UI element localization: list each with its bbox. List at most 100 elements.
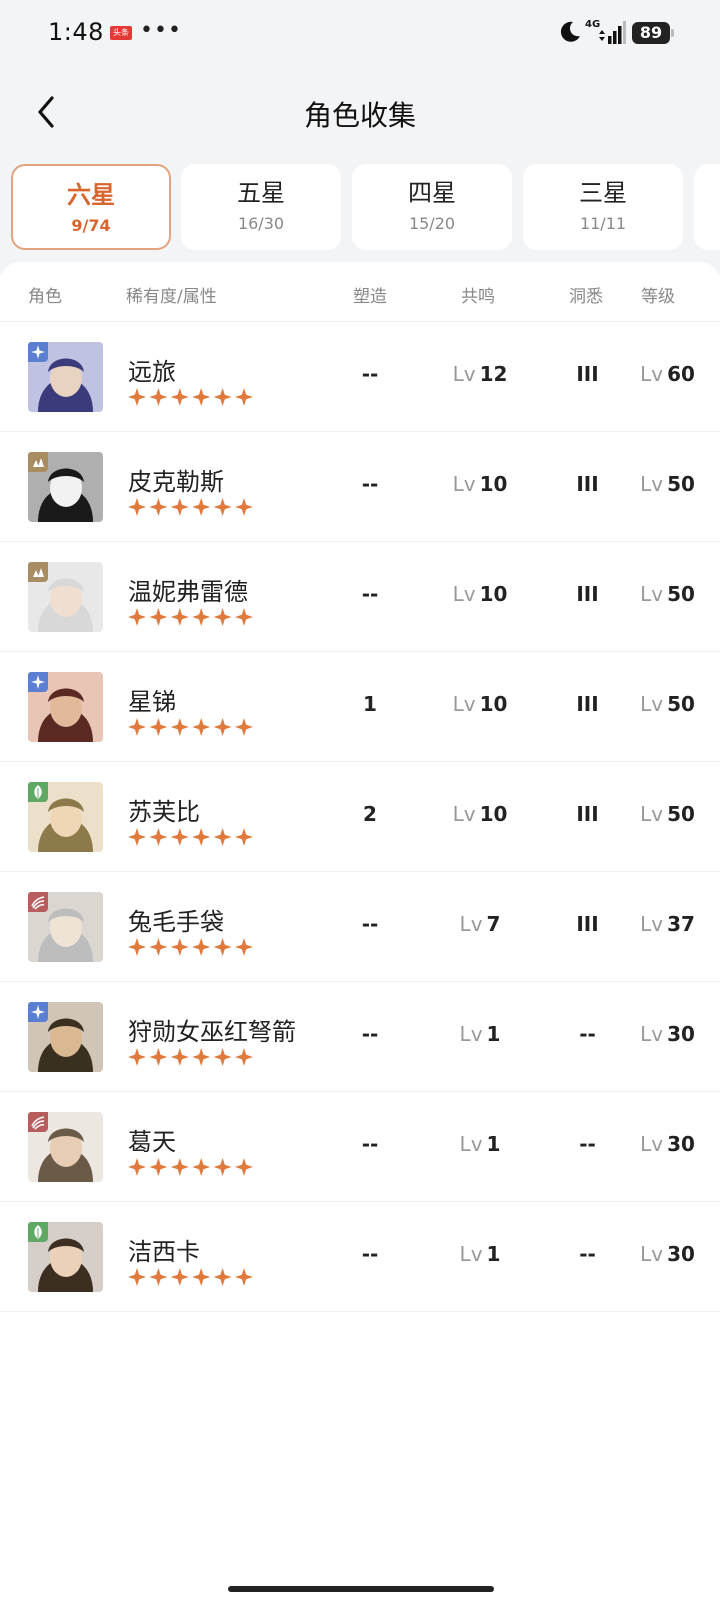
- resonance-cell: Lv 10: [430, 802, 530, 826]
- lv-prefix: Lv: [452, 692, 476, 716]
- resonance-value: 10: [479, 802, 508, 826]
- lv-prefix: Lv: [640, 582, 664, 606]
- character-name: 皮克勒斯: [128, 468, 224, 496]
- level-cell: Lv 30: [625, 1132, 710, 1156]
- rarity-tabs: 六星 9/74 五星 16/30 四星 15/20 三星 11/11: [0, 164, 720, 252]
- level-cell: Lv 37: [625, 912, 710, 936]
- tab-label: 五星: [237, 179, 285, 207]
- battery-icon: 89: [632, 22, 674, 44]
- level-value: 37: [667, 912, 695, 936]
- shaping-value: 1: [363, 692, 377, 716]
- character-name: 温妮弗雷德: [128, 578, 248, 606]
- home-indicator[interactable]: [228, 1586, 494, 1592]
- level-value: 30: [667, 1022, 695, 1046]
- tab-three-star[interactable]: 三星 11/11: [523, 164, 683, 250]
- col-level: 等级: [641, 287, 675, 307]
- insight-value: III: [576, 692, 599, 716]
- rarity-stars-icon: [128, 388, 254, 406]
- tab-count: 9/74: [71, 216, 111, 235]
- rarity-stars-icon: [128, 938, 254, 956]
- level-cell: Lv 50: [625, 692, 710, 716]
- level-cell: Lv 50: [625, 582, 710, 606]
- shaping-value: --: [361, 472, 379, 496]
- lv-prefix: Lv: [640, 1132, 664, 1156]
- lv-prefix: Lv: [452, 362, 476, 386]
- shaping-value: 2: [363, 802, 377, 826]
- tab-count: 16/30: [237, 214, 285, 233]
- table-row[interactable]: 温妮弗雷德 -- Lv 10 III Lv 50: [0, 542, 720, 652]
- table-row[interactable]: 葛天 -- Lv 1 -- Lv 30: [0, 1092, 720, 1202]
- lv-prefix: Lv: [640, 802, 664, 826]
- col-rarity: 稀有度/属性: [126, 287, 217, 307]
- lv-prefix: Lv: [452, 472, 476, 496]
- level-value: 30: [667, 1242, 695, 1266]
- page-title: 角色收集: [303, 99, 416, 132]
- level-value: 50: [667, 582, 695, 606]
- insight-value: --: [579, 1022, 596, 1046]
- table-row[interactable]: 狩勋女巫红弩箭 -- Lv 1 -- Lv 30: [0, 982, 720, 1092]
- tab-six-star[interactable]: 六星 9/74: [11, 164, 171, 250]
- level-cell: Lv 60: [625, 362, 710, 386]
- table-row[interactable]: 星锑 1 Lv 10 III Lv 50: [0, 652, 720, 762]
- element-plant-icon: [28, 782, 48, 802]
- element-mineral-icon: [28, 452, 48, 472]
- resonance-cell: Lv 1: [430, 1242, 530, 1266]
- news-icon: 头条: [110, 26, 132, 40]
- level-value: 60: [667, 362, 695, 386]
- resonance-cell: Lv 10: [430, 582, 530, 606]
- insight-value: III: [576, 912, 599, 936]
- tab-four-star[interactable]: 四星 15/20: [352, 164, 512, 250]
- resonance-cell: Lv 10: [430, 472, 530, 496]
- table-header: 角色 稀有度/属性 塑造 共鸣 洞悉 等级: [0, 262, 720, 322]
- tab-count: 15/20: [408, 214, 456, 233]
- table-row[interactable]: 洁西卡 -- Lv 1 -- Lv 30: [0, 1202, 720, 1312]
- tab-more[interactable]: [694, 164, 720, 250]
- lv-prefix: Lv: [452, 802, 476, 826]
- tab-label: 四星: [408, 179, 456, 207]
- table-row[interactable]: 皮克勒斯 -- Lv 10 III Lv 50: [0, 432, 720, 542]
- lv-prefix: Lv: [640, 1022, 664, 1046]
- signal-icon: [596, 20, 626, 46]
- insight-value: III: [576, 582, 599, 606]
- tab-count: 11/11: [579, 214, 627, 233]
- level-value: 50: [667, 802, 695, 826]
- rarity-stars-icon: [128, 608, 254, 626]
- col-resonance: 共鸣: [461, 287, 495, 307]
- rarity-stars-icon: [128, 498, 254, 516]
- tab-five-star[interactable]: 五星 16/30: [181, 164, 341, 250]
- character-name: 远旅: [128, 358, 176, 386]
- character-name: 兔毛手袋: [128, 908, 224, 936]
- element-beast-icon: [28, 1112, 48, 1132]
- lv-prefix: Lv: [640, 1242, 664, 1266]
- level-value: 30: [667, 1132, 695, 1156]
- header: 角色收集: [0, 80, 720, 144]
- status-bar: 1:48 头条 ••• 4G 89: [0, 0, 720, 66]
- character-name: 苏芙比: [128, 798, 200, 826]
- resonance-value: 1: [486, 1022, 501, 1046]
- resonance-value: 10: [479, 692, 508, 716]
- table-row[interactable]: 远旅 -- Lv 12 III Lv 60: [0, 322, 720, 432]
- col-role: 角色: [28, 287, 62, 307]
- element-star-icon: [28, 672, 48, 692]
- resonance-cell: Lv 12: [430, 362, 530, 386]
- tab-label: 六星: [67, 181, 115, 209]
- lv-prefix: Lv: [640, 912, 664, 936]
- table-row[interactable]: 苏芙比 2 Lv 10 III Lv 50: [0, 762, 720, 872]
- resonance-cell: Lv 1: [430, 1022, 530, 1046]
- table-row[interactable]: 兔毛手袋 -- Lv 7 III Lv 37: [0, 872, 720, 982]
- insight-value: --: [579, 1132, 596, 1156]
- level-cell: Lv 30: [625, 1242, 710, 1266]
- lv-prefix: Lv: [640, 472, 664, 496]
- character-name: 狩勋女巫红弩箭: [128, 1018, 296, 1046]
- resonance-value: 12: [479, 362, 508, 386]
- col-insight: 洞悉: [569, 287, 603, 307]
- element-star-icon: [28, 1002, 48, 1022]
- lv-prefix: Lv: [452, 582, 476, 606]
- character-name: 葛天: [128, 1128, 176, 1156]
- shaping-value: --: [361, 1022, 379, 1046]
- level-cell: Lv 30: [625, 1022, 710, 1046]
- lv-prefix: Lv: [640, 362, 664, 386]
- resonance-cell: Lv 1: [430, 1132, 530, 1156]
- level-cell: Lv 50: [625, 802, 710, 826]
- resonance-value: 10: [479, 472, 508, 496]
